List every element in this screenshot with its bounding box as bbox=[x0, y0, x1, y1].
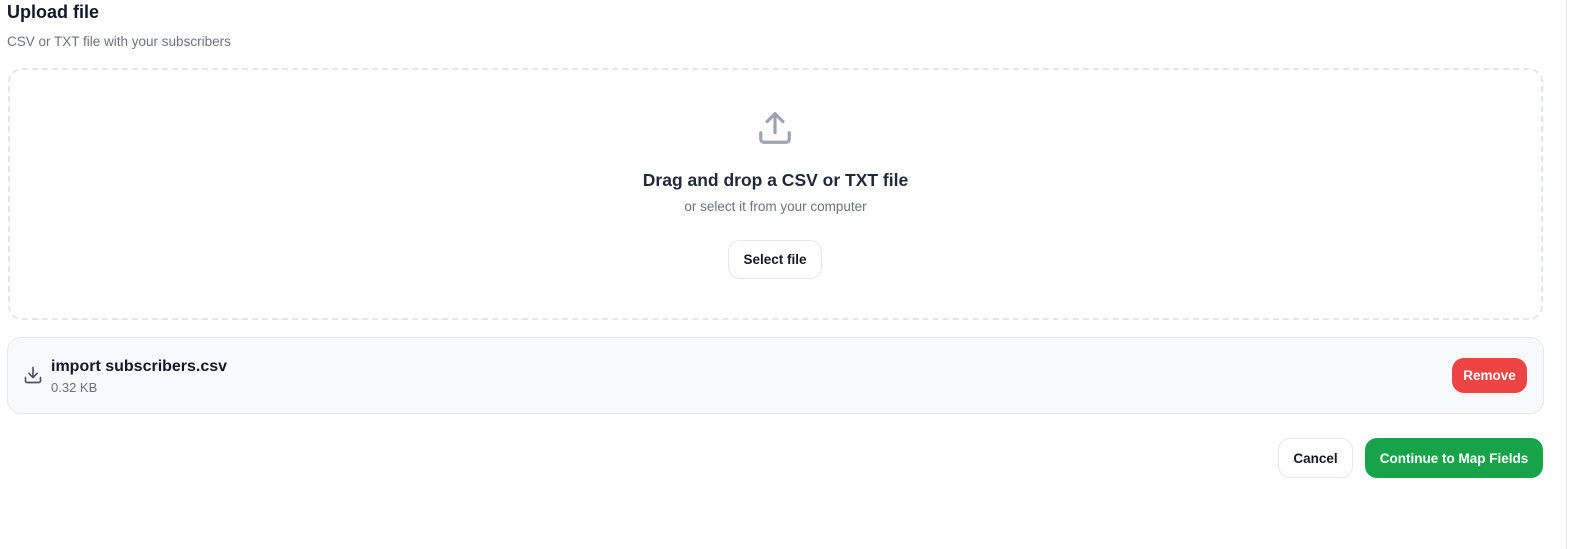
file-dropzone[interactable] bbox=[8, 68, 1543, 320]
file-size: 0.32 KB bbox=[51, 380, 98, 395]
page-title: Upload file bbox=[7, 2, 100, 22]
selected-file-card bbox=[7, 337, 1544, 414]
file-name: import subscribers.csv bbox=[51, 358, 228, 375]
upload-icon bbox=[759, 112, 791, 144]
download-icon bbox=[24, 366, 42, 384]
dropzone-title: Drag and drop a CSV or TXT file bbox=[642, 170, 909, 190]
select-file-button[interactable]: Select file bbox=[728, 240, 822, 279]
page-subtitle: CSV or TXT file with your subscribers bbox=[7, 34, 231, 49]
dropzone-subtitle: or select it from your computer bbox=[684, 199, 867, 214]
continue-to-map-fields-button[interactable]: Continue to Map Fields bbox=[1365, 438, 1543, 478]
cancel-button[interactable]: Cancel bbox=[1278, 438, 1353, 478]
remove-file-button[interactable]: Remove bbox=[1452, 358, 1527, 393]
upload-file-page: Upload file CSV or TXT file with your su… bbox=[0, 0, 1583, 549]
scrollbar-edge bbox=[1566, 0, 1567, 549]
